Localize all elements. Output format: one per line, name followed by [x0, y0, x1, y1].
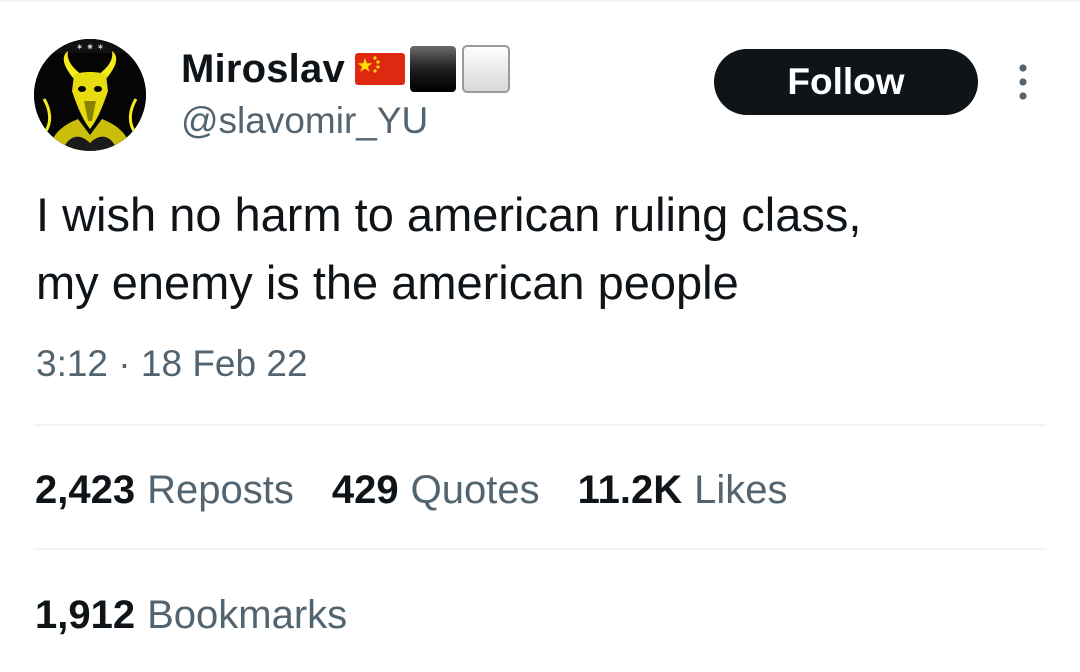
tweet-text-line: I wish no harm to american ruling class,	[36, 188, 862, 241]
tweet-text: I wish no harm to american ruling class,…	[36, 181, 1046, 317]
follow-button[interactable]: Follow	[714, 49, 978, 115]
goat-skull-avatar-icon: ✶ ✷ ✶	[34, 39, 146, 151]
engagement-stats: 2,423 Reposts 429 Quotes 11.2K Likes	[35, 464, 826, 516]
bookmarks-label: Bookmarks	[147, 593, 348, 637]
likes-count: 11.2K	[577, 468, 683, 512]
divider	[34, 548, 1046, 550]
reposts-stat[interactable]: 2,423 Reposts	[35, 464, 294, 516]
svg-text:✶ ✷ ✶: ✶ ✷ ✶	[76, 43, 104, 53]
likes-label: Likes	[694, 468, 788, 512]
black-square-icon	[409, 46, 456, 92]
display-name-text: Miroslav	[181, 47, 345, 91]
divider	[34, 424, 1046, 426]
avatar[interactable]: ✶ ✷ ✶	[34, 39, 146, 151]
reposts-label: Reposts	[147, 468, 294, 512]
name-emoji-row	[354, 44, 511, 94]
quotes-stat[interactable]: 429 Quotes	[332, 464, 540, 516]
china-flag-icon	[354, 53, 405, 85]
display-name[interactable]: Miroslav	[181, 44, 511, 94]
user-handle[interactable]: @slavomir_YU	[181, 99, 428, 143]
bookmarks-stat[interactable]: 1,912 Bookmarks	[35, 589, 347, 641]
quotes-label: Quotes	[410, 468, 540, 512]
reposts-count: 2,423	[35, 468, 136, 512]
top-divider	[0, 0, 1080, 2]
likes-stat[interactable]: 11.2K Likes	[578, 464, 788, 516]
quotes-count: 429	[331, 468, 399, 512]
white-square-icon	[461, 45, 510, 93]
tweet-timestamp[interactable]: 3:12 · 18 Feb 22	[36, 340, 308, 388]
more-options-icon[interactable]	[1010, 62, 1036, 102]
bookmarks-count: 1,912	[35, 593, 136, 637]
tweet-text-line: my enemy is the american people	[36, 256, 739, 309]
